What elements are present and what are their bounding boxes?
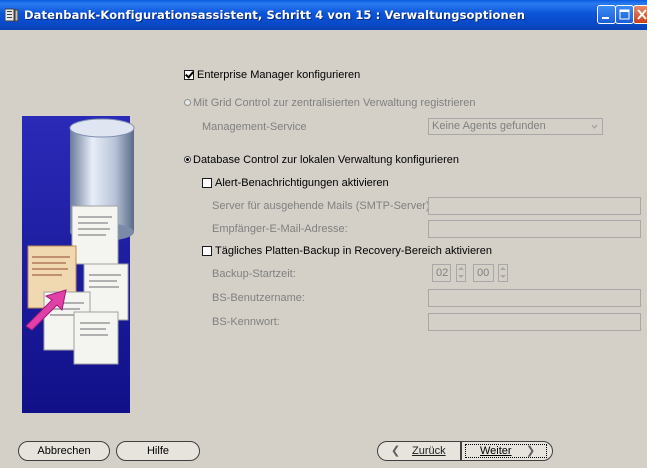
backup-start-label: Backup-Startzeit: [212, 268, 296, 280]
back-button[interactable]: ❮ Zurück [377, 441, 461, 461]
back-icon: ❮ [391, 445, 401, 457]
backup-minute-value: 00 [477, 267, 490, 279]
backup-hour-field[interactable]: 02 [432, 264, 451, 282]
app-icon [4, 8, 19, 22]
window-title: Datenbank-Konfigurationsassistent, Schri… [24, 8, 526, 22]
next-icon: ❯ [526, 445, 536, 457]
backup-hour-stepper[interactable] [456, 264, 466, 282]
database-control-label: Database Control zur lokalen Verwaltung … [193, 154, 459, 166]
os-username-label: BS-Benutzername: [212, 292, 305, 304]
backup-minute-field[interactable]: 00 [473, 264, 494, 282]
help-button[interactable]: Hilfe [116, 441, 200, 461]
backup-checkbox[interactable] [202, 246, 212, 256]
backup-hour-value: 02 [436, 267, 449, 279]
smtp-server-label: Server für ausgehende Mails (SMTP-Server… [212, 200, 433, 212]
email-address-label: Empfänger-E-Mail-Adresse: [212, 223, 348, 235]
alerts-checkbox[interactable] [202, 178, 212, 188]
minimize-button[interactable] [597, 5, 616, 24]
os-password-input[interactable] [428, 313, 641, 331]
database-illustration [22, 116, 135, 413]
management-service-value: Keine Agents gefunden [432, 120, 546, 132]
management-service-label: Management-Service [202, 121, 307, 133]
database-control-radio[interactable] [184, 156, 191, 163]
close-button[interactable] [633, 5, 647, 24]
management-service-select[interactable]: Keine Agents gefunden [428, 118, 603, 135]
wizard-content: Enterprise Manager konfigurieren Mit Gri… [0, 30, 647, 468]
alerts-label: Alert-Benachrichtigungen aktivieren [215, 177, 389, 189]
os-password-label: BS-Kennwort: [212, 316, 280, 328]
enterprise-manager-label: Enterprise Manager konfigurieren [197, 69, 361, 81]
maximize-button[interactable] [615, 5, 634, 24]
grid-control-radio[interactable] [184, 99, 191, 106]
enterprise-manager-checkbox[interactable] [184, 70, 194, 80]
backup-label: Tägliches Platten-Backup in Recovery-Ber… [215, 245, 492, 257]
smtp-server-input[interactable] [428, 197, 641, 215]
chevron-down-icon [591, 124, 598, 129]
cancel-button[interactable]: Abbrechen [18, 441, 110, 461]
grid-control-label: Mit Grid Control zur zentralisierten Ver… [193, 97, 476, 109]
os-username-input[interactable] [428, 289, 641, 307]
next-button[interactable]: Weiter ❯ [461, 441, 553, 461]
email-address-input[interactable] [428, 220, 641, 238]
title-bar: Datenbank-Konfigurationsassistent, Schri… [0, 0, 647, 30]
backup-minute-stepper[interactable] [498, 264, 508, 282]
